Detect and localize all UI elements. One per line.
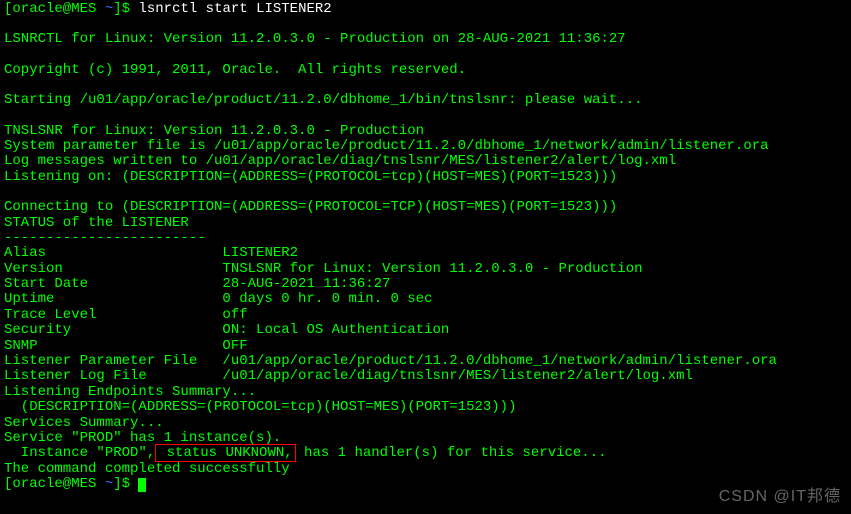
start-date-row: Start Date 28-AUG-2021 11:36:27 xyxy=(4,277,847,292)
starting-msg: Starting /u01/app/oracle/product/11.2.0/… xyxy=(4,93,847,108)
instance-prod: Instance "PROD", status UNKNOWN, has 1 h… xyxy=(4,446,847,461)
copyright: Copyright (c) 1991, 2011, Oracle. All ri… xyxy=(4,63,847,78)
security-row: Security ON: Local OS Authentication xyxy=(4,323,847,338)
prompt-end: ]$ xyxy=(113,1,138,17)
prompt-end: ]$ xyxy=(113,476,138,492)
prompt-line-1[interactable]: [oracle@MES ~]$ lsnrctl start LISTENER2 xyxy=(4,2,847,17)
services-header: Services Summary... xyxy=(4,416,847,431)
status-unknown-highlight: status UNKNOWN, xyxy=(155,444,295,462)
endpoints-header: Listening Endpoints Summary... xyxy=(4,385,847,400)
cursor-icon xyxy=(138,478,146,492)
command-input[interactable]: lsnrctl start LISTENER2 xyxy=(138,1,331,17)
prompt-userhost: [oracle@MES xyxy=(4,1,105,17)
dashes: ------------------------ xyxy=(4,231,847,246)
status-header: STATUS of the LISTENER xyxy=(4,216,847,231)
instance-pre: Instance "PROD", xyxy=(4,445,155,461)
listening-on: Listening on: (DESCRIPTION=(ADDRESS=(PRO… xyxy=(4,170,847,185)
listener-param-file: Listener Parameter File /u01/app/oracle/… xyxy=(4,354,847,369)
system-param-file: System parameter file is /u01/app/oracle… xyxy=(4,139,847,154)
lsnrctl-header: LSNRCTL for Linux: Version 11.2.0.3.0 - … xyxy=(4,32,847,47)
tnslsnr-version: TNSLSNR for Linux: Version 11.2.0.3.0 - … xyxy=(4,124,847,139)
alias-row: Alias LISTENER2 xyxy=(4,246,847,261)
listener-log-file: Listener Log File /u01/app/oracle/diag/t… xyxy=(4,369,847,384)
completed-msg: The command completed successfully xyxy=(4,462,847,477)
log-messages: Log messages written to /u01/app/oracle/… xyxy=(4,154,847,169)
prompt-tilde: ~ xyxy=(105,476,113,492)
version-row: Version TNSLSNR for Linux: Version 11.2.… xyxy=(4,262,847,277)
watermark: CSDN @IT邦德 xyxy=(719,488,841,506)
prompt-userhost: [oracle@MES xyxy=(4,476,105,492)
snmp-row: SNMP OFF xyxy=(4,339,847,354)
instance-post: has 1 handler(s) for this service... xyxy=(296,445,607,461)
connecting-to: Connecting to (DESCRIPTION=(ADDRESS=(PRO… xyxy=(4,200,847,215)
trace-row: Trace Level off xyxy=(4,308,847,323)
prompt-tilde: ~ xyxy=(105,1,113,17)
uptime-row: Uptime 0 days 0 hr. 0 min. 0 sec xyxy=(4,292,847,307)
endpoint-1: (DESCRIPTION=(ADDRESS=(PROTOCOL=tcp)(HOS… xyxy=(4,400,847,415)
